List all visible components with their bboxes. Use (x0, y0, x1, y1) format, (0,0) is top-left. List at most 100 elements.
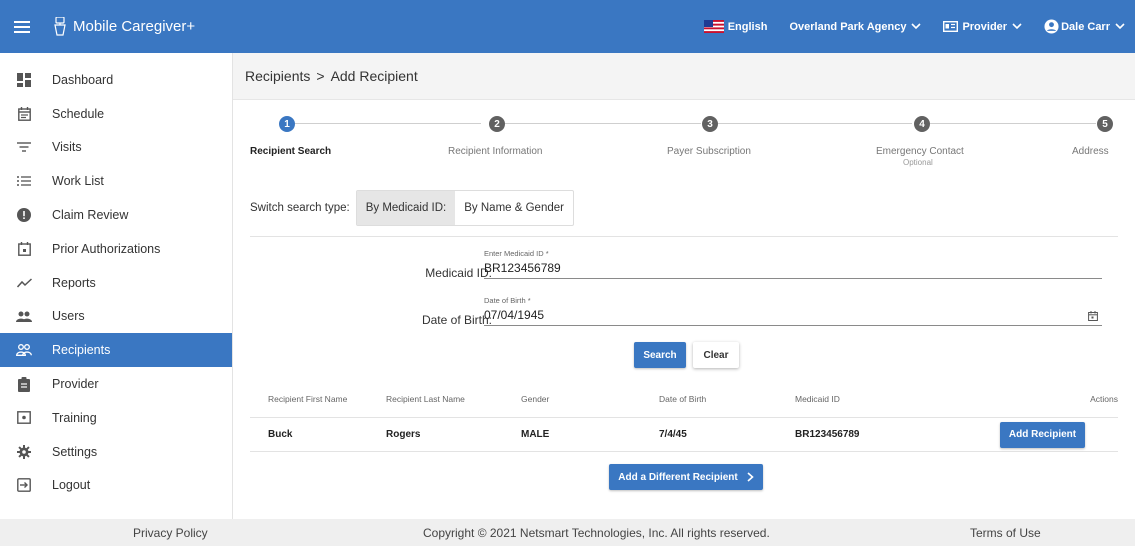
agency-label: Overland Park Agency (789, 20, 907, 33)
table-header: Recipient First Name Recipient Last Name… (250, 380, 1118, 418)
sidebar-item-reports[interactable]: Reports (0, 266, 232, 300)
sidebar-item-label: Recipients (52, 343, 111, 358)
recipients-icon (16, 342, 32, 358)
sidebar-item-recipients[interactable]: Recipients (0, 333, 232, 368)
search-by-name-gender-option[interactable]: By Name & Gender (455, 191, 573, 225)
breadcrumb-separator: > (316, 68, 325, 84)
footer: Privacy Policy Copyright © 2021 Netsmart… (0, 519, 1135, 546)
sidebar-item-label: Schedule (52, 106, 105, 121)
language-selector[interactable]: English (703, 20, 768, 33)
sidebar-item-prior-authorizations[interactable]: Prior Authorizations (0, 232, 232, 266)
sidebar-item-label: Visits (52, 140, 82, 155)
menu-icon[interactable] (14, 20, 30, 33)
step-2-label: Recipient Information (448, 146, 543, 157)
add-recipient-button[interactable]: Add Recipient (1000, 421, 1085, 448)
column-header: Gender (521, 393, 550, 404)
section-divider (250, 236, 1118, 237)
claim-review-icon (16, 207, 32, 223)
column-header: Recipient Last Name (386, 393, 465, 404)
clear-button[interactable]: Clear (693, 342, 739, 368)
calendar-icon[interactable] (1088, 311, 1098, 321)
step-connector (505, 123, 701, 124)
provider-icon (16, 376, 32, 392)
sidebar-item-label: Provider (52, 377, 99, 392)
breadcrumb-current: Add Recipient (330, 68, 418, 84)
cell-last-name: Rogers (386, 429, 421, 440)
chevron-down-icon (911, 23, 922, 30)
sidebar-item-logout[interactable]: Logout (0, 469, 232, 503)
column-header: Medicaid ID (795, 393, 840, 404)
column-header: Date of Birth (659, 393, 707, 404)
date-of-birth-field[interactable]: Date of Birth * 07/04/1945 (484, 296, 1102, 326)
training-icon (16, 410, 32, 426)
dashboard-icon (16, 72, 32, 88)
agency-selector[interactable]: Overland Park Agency (789, 20, 922, 33)
step-3-label: Payer Subscription (667, 146, 751, 157)
sidebar-item-label: Settings (52, 444, 98, 459)
search-type-label: Switch search type: (250, 202, 350, 214)
sidebar-item-settings[interactable]: Settings (0, 435, 232, 469)
reports-icon (16, 275, 32, 291)
medicaid-id-field[interactable]: Enter Medicaid ID * BR123456789 (484, 249, 1102, 279)
sidebar-item-work-list[interactable]: Work List (0, 164, 232, 198)
sidebar-item-schedule[interactable]: Schedule (0, 97, 232, 131)
chevron-down-icon (1012, 23, 1022, 30)
search-button[interactable]: Search (634, 342, 686, 368)
step-1-label: Recipient Search (250, 146, 332, 157)
settings-icon (16, 444, 32, 460)
sidebar-item-training[interactable]: Training (0, 401, 232, 435)
cell-first-name: Buck (268, 429, 293, 440)
date-of-birth-hint: Date of Birth * (484, 296, 531, 305)
role-selector[interactable]: Provider (943, 21, 1022, 33)
table-row: Buck Rogers MALE 7/4/45 BR123456789 Add … (250, 418, 1118, 452)
sidebar-item-label: Training (52, 410, 97, 425)
main-content: Recipients > Add Recipient 1 2 3 4 5 Rec… (233, 53, 1135, 519)
users-icon (16, 308, 32, 324)
medicaid-id-hint: Enter Medicaid ID * (484, 249, 549, 258)
id-card-icon (943, 21, 959, 32)
cell-gender: MALE (521, 429, 550, 440)
language-label: English (727, 20, 768, 33)
sidebar-item-label: Reports (52, 275, 96, 290)
step-4-label: Emergency Contact (876, 146, 964, 157)
chevron-down-icon (1115, 23, 1125, 30)
sidebar-item-label: Prior Authorizations (52, 241, 161, 256)
step-5-label: Address (1072, 146, 1109, 157)
step-connector (930, 123, 1096, 124)
sidebar-item-label: Users (52, 309, 85, 324)
account-circle-icon (1044, 19, 1059, 34)
sidebar-item-claim-review[interactable]: Claim Review (0, 198, 232, 232)
date-of-birth-row: Date of Birth: Date of Birth * 07/04/194… (250, 296, 1118, 336)
logout-icon (16, 477, 32, 493)
search-type-toggle: By Medicaid ID: By Name & Gender (355, 190, 574, 226)
privacy-policy-link[interactable]: Privacy Policy (133, 526, 208, 540)
role-label: Provider (962, 20, 1008, 33)
sidebar-item-label: Work List (52, 174, 104, 189)
user-name: Dale Carr (1061, 20, 1110, 33)
work-list-icon (16, 173, 32, 189)
terms-of-use-link[interactable]: Terms of Use (970, 526, 1041, 540)
search-by-medicaid-id-option[interactable]: By Medicaid ID: (356, 191, 456, 225)
cell-medicaid-id: BR123456789 (795, 429, 860, 440)
add-different-recipient-button[interactable]: Add a Different Recipient (609, 464, 763, 490)
visits-icon (16, 139, 32, 155)
sidebar-item-provider[interactable]: Provider (0, 367, 232, 401)
sidebar-item-dashboard[interactable]: Dashboard (0, 63, 232, 97)
column-header: Recipient First Name (268, 393, 348, 404)
medicaid-id-label: Medicaid ID: (425, 266, 492, 280)
schedule-icon (16, 106, 32, 122)
breadcrumb-recipients-link[interactable]: Recipients (245, 68, 310, 84)
sidebar-item-users[interactable]: Users (0, 300, 232, 334)
step-1-indicator: 1 (279, 116, 295, 132)
sidebar: Dashboard Schedule Visits Work List Clai… (0, 53, 233, 519)
sidebar-item-visits[interactable]: Visits (0, 131, 232, 165)
step-connector (718, 123, 912, 124)
breadcrumb: Recipients > Add Recipient (233, 53, 1135, 100)
medicaid-id-row: Medicaid ID: Enter Medicaid ID * BR12345… (250, 249, 1118, 289)
copyright-text: Copyright © 2021 Netsmart Technologies, … (423, 525, 770, 540)
step-4-optional-label: Optional (903, 158, 933, 167)
column-header: Actions (1090, 393, 1118, 404)
top-app-bar: Mobile Caregiver+ English Overland Park … (0, 0, 1135, 53)
user-menu[interactable]: Dale Carr (1044, 19, 1125, 34)
add-different-recipient-label: Add a Different Recipient (618, 471, 738, 483)
